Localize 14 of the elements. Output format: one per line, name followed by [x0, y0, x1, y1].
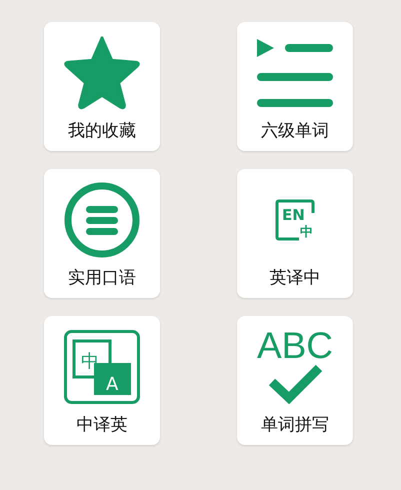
menu-tile[interactable]: ABC 单词拼写: [237, 316, 353, 445]
menu-tile[interactable]: 中 A 中译英: [44, 316, 160, 445]
menu-icon: [64, 182, 140, 258]
icon-text: ABC: [256, 325, 334, 366]
icon-text: 中: [300, 225, 313, 240]
star-icon: [63, 34, 141, 112]
icon-text: EN: [282, 206, 305, 224]
menu-tile[interactable]: 实用口语: [44, 169, 160, 298]
list-icon: [257, 39, 333, 107]
menu-tile[interactable]: 六级单词: [237, 22, 353, 151]
menu-tile[interactable]: 我的收藏: [44, 22, 160, 151]
icon-text: A: [106, 374, 118, 395]
menu-tile[interactable]: EN 中 英译中: [237, 169, 353, 298]
icon-text: 中: [81, 351, 99, 372]
